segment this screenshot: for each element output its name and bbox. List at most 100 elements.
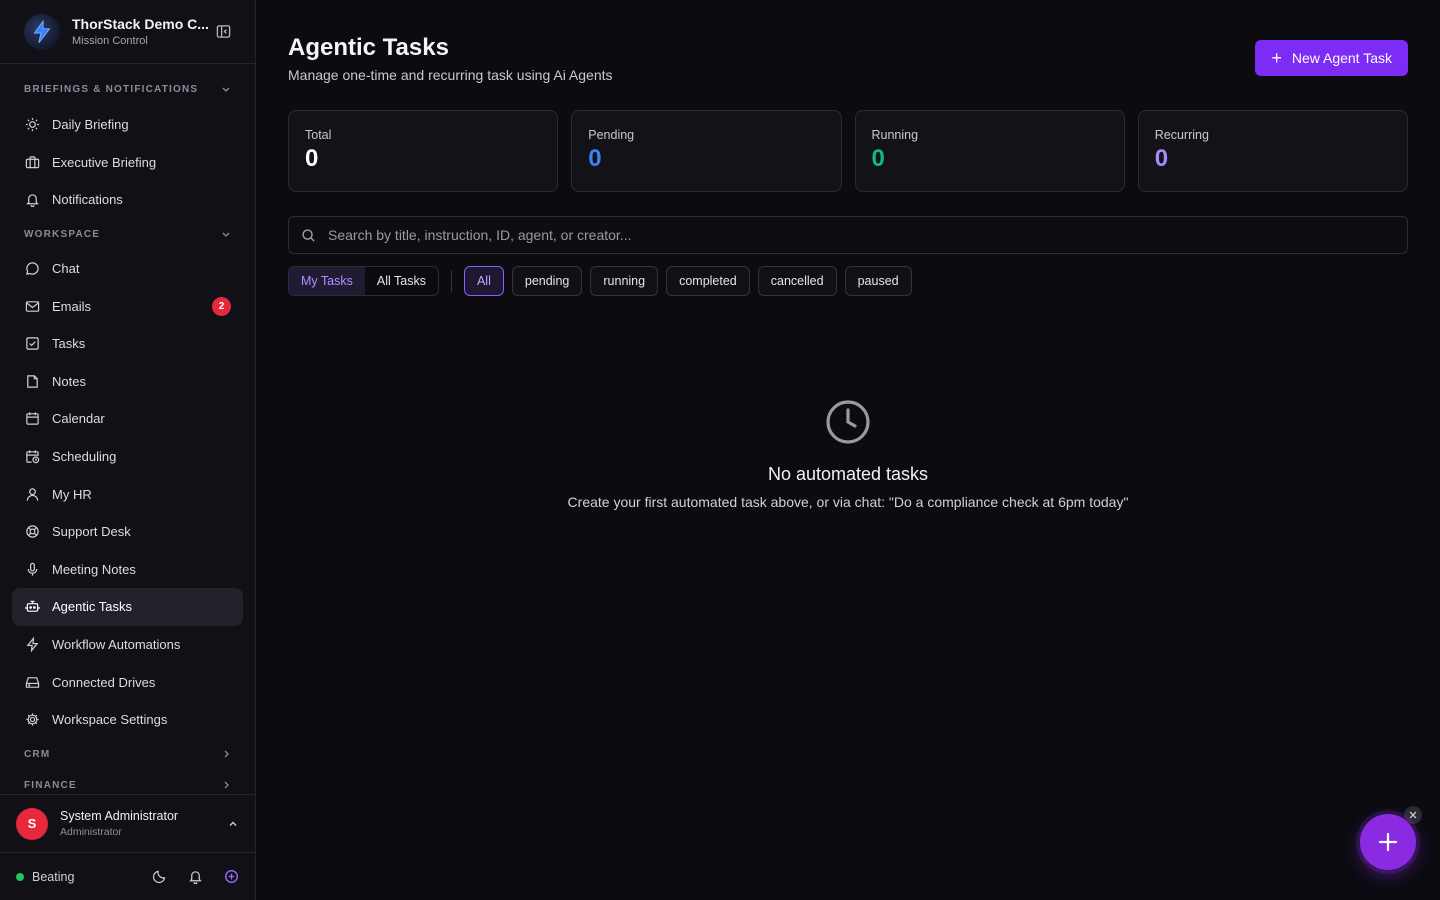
- drive-icon: [24, 674, 40, 690]
- moon-icon[interactable]: [151, 869, 167, 885]
- stat-label: Running: [871, 128, 919, 142]
- chat-icon: [24, 261, 40, 277]
- section-finance[interactable]: FINANCE: [12, 770, 243, 795]
- sidebar-item-tasks[interactable]: Tasks: [12, 325, 243, 363]
- sidebar-item-label: Workspace Settings: [52, 712, 168, 728]
- sidebar-footer: Beating: [0, 852, 255, 900]
- section-crm-label: CRM: [24, 748, 51, 760]
- sidebar-item-daily-briefing[interactable]: Daily Briefing: [12, 106, 243, 144]
- briefcase-icon: [24, 154, 40, 170]
- sidebar-item-label: Scheduling: [52, 449, 117, 465]
- sidebar-item-label: Notes: [52, 373, 86, 389]
- stats-row: Total 0 Pending 0 Running 0 Recurring 0: [288, 110, 1408, 192]
- tab-all-tasks[interactable]: All Tasks: [365, 267, 438, 295]
- new-agent-task-label: New Agent Task: [1291, 50, 1392, 66]
- sidebar-item-label: Calendar: [52, 411, 105, 427]
- sidebar-item-label: Chat: [52, 261, 80, 277]
- sidebar-item-workflow-automations[interactable]: Workflow Automations: [12, 626, 243, 664]
- sidebar-nav: BRIEFINGS & NOTIFICATIONS Daily Briefing…: [0, 64, 255, 794]
- filter-chip-paused[interactable]: paused: [844, 266, 912, 296]
- calendar-clock-icon: [24, 449, 40, 465]
- empty-state: No automated tasks Create your first aut…: [256, 398, 1440, 510]
- section-briefings-label: BRIEFINGS & NOTIFICATIONS: [24, 83, 199, 95]
- search-input[interactable]: [328, 227, 1395, 243]
- workspace-subtitle: Mission Control: [72, 35, 148, 47]
- search-bar: [288, 216, 1408, 254]
- chevron-right-icon: [224, 750, 229, 758]
- filter-chip-cancelled[interactable]: cancelled: [757, 266, 837, 296]
- user-menu[interactable]: S System Administrator Administrator: [0, 794, 255, 852]
- note-icon: [24, 373, 40, 389]
- new-agent-task-button[interactable]: + New Agent Task: [1255, 40, 1408, 76]
- stat-value: 0: [588, 145, 602, 172]
- sidebar-item-notifications[interactable]: Notifications: [12, 181, 243, 219]
- filter-chip-pending[interactable]: pending: [511, 266, 583, 296]
- sidebar-item-label: Executive Briefing: [52, 154, 157, 170]
- sidebar-item-connected-drives[interactable]: Connected Drives: [12, 663, 243, 701]
- filter-divider: [450, 270, 452, 292]
- page-title: Agentic Tasks: [288, 34, 449, 61]
- brand-header: ThorStack Demo C... Mission Control: [0, 0, 255, 64]
- stat-card-pending: Pending 0: [571, 110, 842, 192]
- filter-chip-all[interactable]: All: [463, 266, 504, 296]
- gear-icon: [24, 712, 40, 728]
- plus-icon: [1378, 832, 1398, 852]
- sidebar-item-label: Notifications: [52, 192, 123, 208]
- stat-card-total: Total 0: [288, 110, 559, 192]
- sidebar-item-workspace-settings[interactable]: Workspace Settings: [12, 701, 243, 739]
- status-text: Beating: [32, 869, 75, 884]
- floating-add-button[interactable]: [1360, 814, 1416, 870]
- bell-icon: [24, 192, 40, 208]
- mail-icon: [24, 298, 40, 314]
- bolt-icon: [24, 637, 40, 653]
- sidebar-item-meeting-notes[interactable]: Meeting Notes: [12, 551, 243, 589]
- stat-value: 0: [1154, 145, 1169, 172]
- sidebar-item-label: Support Desk: [52, 524, 131, 540]
- section-crm[interactable]: CRM: [12, 739, 243, 770]
- tab-my-tasks[interactable]: My Tasks: [289, 267, 365, 295]
- user-name: System Administrator: [60, 809, 179, 823]
- sidebar-item-scheduling[interactable]: Scheduling: [12, 438, 243, 476]
- stat-label: Total: [305, 128, 332, 142]
- sidebar-collapse-icon[interactable]: [215, 24, 231, 40]
- add-circle-icon[interactable]: [223, 869, 239, 885]
- sidebar-item-label: Agentic Tasks: [52, 599, 132, 615]
- chevron-right-icon: [224, 781, 229, 789]
- section-workspace-label: WORKSPACE: [24, 228, 101, 240]
- search-icon: [302, 228, 315, 242]
- user-icon: [24, 486, 40, 502]
- stat-label: Recurring: [1154, 128, 1209, 142]
- sidebar-item-label: Meeting Notes: [52, 561, 136, 577]
- section-finance-label: FINANCE: [24, 779, 77, 791]
- sidebar-item-chat[interactable]: Chat: [12, 250, 243, 288]
- workspace-name[interactable]: ThorStack Demo C...: [72, 16, 211, 32]
- stat-card-running: Running 0: [854, 110, 1125, 192]
- page-subtitle: Manage one-time and recurring task using…: [288, 67, 613, 83]
- sidebar-item-executive-briefing[interactable]: Executive Briefing: [12, 144, 243, 182]
- sidebar-item-my-hr[interactable]: My HR: [12, 475, 243, 513]
- bot-icon: [24, 599, 40, 615]
- filter-chip-running[interactable]: running: [590, 266, 659, 296]
- stat-value: 0: [305, 145, 319, 172]
- section-workspace[interactable]: WORKSPACE: [12, 219, 243, 250]
- empty-state-subtitle: Create your first automated task above, …: [567, 494, 1129, 510]
- status-dot: [16, 872, 24, 881]
- sidebar-item-calendar[interactable]: Calendar: [12, 400, 243, 438]
- app-root: ThorStack Demo C... Mission Control BRIE…: [0, 0, 1440, 900]
- sidebar-item-agentic-tasks[interactable]: Agentic Tasks: [12, 588, 243, 626]
- stat-label: Pending: [588, 128, 635, 142]
- sidebar-item-emails[interactable]: Emails 2: [12, 287, 243, 325]
- sidebar-item-notes[interactable]: Notes: [12, 363, 243, 401]
- sidebar-item-support-desk[interactable]: Support Desk: [12, 513, 243, 551]
- checkbox-icon: [24, 336, 40, 352]
- filter-chip-completed[interactable]: completed: [666, 266, 750, 296]
- user-role: Administrator: [60, 826, 122, 838]
- sidebar-item-label: Workflow Automations: [52, 637, 181, 653]
- bell-icon[interactable]: [187, 869, 203, 885]
- page-header: Agentic Tasks Manage one-time and recurr…: [288, 34, 1408, 83]
- avatar: S: [16, 807, 48, 840]
- sidebar: ThorStack Demo C... Mission Control BRIE…: [0, 0, 256, 900]
- section-briefings[interactable]: BRIEFINGS & NOTIFICATIONS: [12, 72, 243, 106]
- unread-count-badge: 2: [212, 297, 231, 317]
- sidebar-item-label: Connected Drives: [52, 674, 156, 690]
